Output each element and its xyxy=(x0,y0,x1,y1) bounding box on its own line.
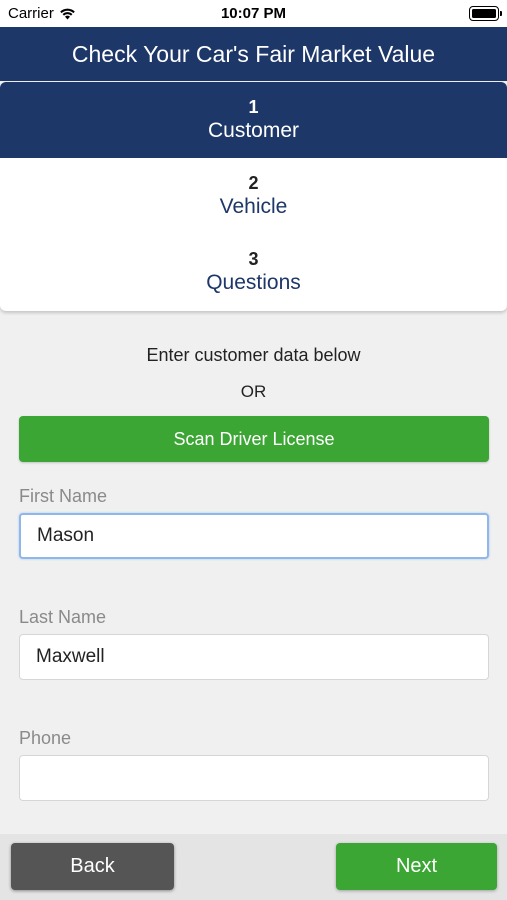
first-name-field[interactable]: Mason xyxy=(19,513,489,559)
instruction-text: Enter customer data below xyxy=(146,345,361,365)
first-name-value: Mason xyxy=(37,525,95,546)
nav-bar: Check Your Car's Fair Market Value xyxy=(0,27,507,81)
last-name-field[interactable]: Maxwell xyxy=(19,634,489,680)
step-label: Vehicle xyxy=(219,195,288,218)
battery-icon xyxy=(469,6,502,21)
step-label: Customer xyxy=(207,119,300,142)
status-bar: Carrier 10:07 PM xyxy=(0,0,507,27)
step-vehicle[interactable]: 2 Vehicle xyxy=(0,158,507,234)
last-name-value: Maxwell xyxy=(36,646,105,667)
last-name-label: Last Name xyxy=(19,607,107,627)
next-button[interactable]: Next xyxy=(336,843,497,890)
step-label: Questions xyxy=(206,271,301,294)
step-questions[interactable]: 3 Questions xyxy=(0,234,507,310)
step-number: 3 xyxy=(248,249,259,269)
back-button[interactable]: Back xyxy=(11,843,174,890)
scan-driver-license-button[interactable]: Scan Driver License xyxy=(19,416,489,462)
or-divider-text: OR xyxy=(240,382,267,401)
step-list: 1 Customer 2 Vehicle 3 Questions xyxy=(0,82,507,311)
status-time: 10:07 PM xyxy=(220,5,287,22)
step-number: 1 xyxy=(248,97,259,117)
first-name-label: First Name xyxy=(19,486,108,506)
phone-field[interactable] xyxy=(19,755,489,801)
step-number: 2 xyxy=(248,173,259,193)
page-title: Check Your Car's Fair Market Value xyxy=(71,40,436,67)
phone-label: Phone xyxy=(19,728,72,748)
step-customer[interactable]: 1 Customer xyxy=(0,82,507,158)
